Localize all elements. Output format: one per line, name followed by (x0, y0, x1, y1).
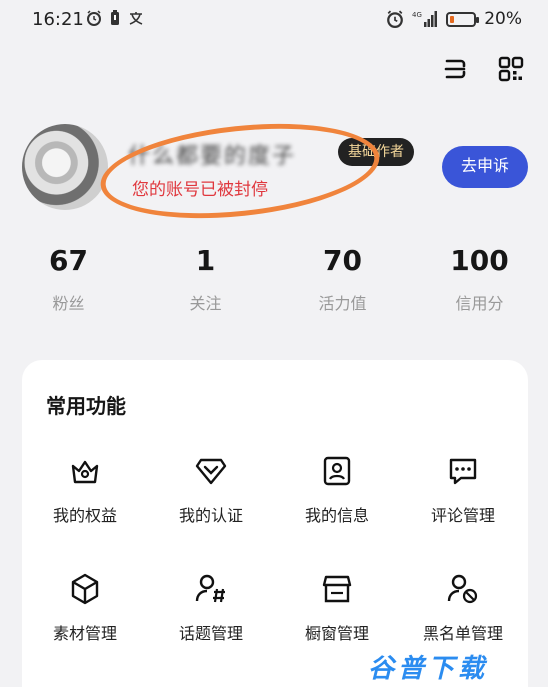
functions-card: 常用功能 我的权益 我的认证 我的信息 评论管理 素材管理 话题管理 橱窗管理 … (22, 360, 528, 687)
stat-label: 关注 (189, 294, 222, 313)
feature-comments[interactable]: 评论管理 (400, 454, 526, 526)
status-right-icons: 4G 20% (386, 9, 522, 29)
battery-fill (450, 15, 455, 23)
translate-icon (129, 12, 143, 25)
stat-value: 100 (450, 244, 509, 277)
qrcode-icon[interactable] (498, 56, 524, 82)
feature-materials[interactable]: 素材管理 (22, 572, 148, 644)
feature-verify[interactable]: 我的认证 (148, 454, 274, 526)
feature-label: 素材管理 (52, 624, 117, 643)
crown-icon (71, 460, 99, 484)
comment-icon (449, 458, 477, 485)
feature-label: 我的认证 (178, 506, 243, 525)
battery-icon (446, 11, 480, 27)
status-left-icons (86, 10, 144, 26)
feature-topics[interactable]: 话题管理 (148, 572, 274, 644)
watermark: 谷普下载 (368, 654, 489, 684)
stat-label: 粉丝 (52, 294, 85, 313)
stat-value: 1 (195, 244, 216, 277)
svg-text:4G: 4G (412, 11, 422, 19)
battery-percent: 20% (484, 9, 522, 29)
signal-icon: 4G (412, 11, 438, 27)
feature-label: 黑名单管理 (422, 624, 503, 643)
avatar[interactable] (22, 124, 108, 210)
feature-label: 评论管理 (430, 506, 495, 525)
stat-value: 67 (49, 244, 88, 277)
topic-icon (195, 574, 225, 603)
scan-icon[interactable] (442, 56, 468, 82)
cube-icon (71, 573, 99, 605)
feature-label: 橱窗管理 (304, 624, 369, 643)
top-actions (442, 56, 524, 82)
stat-credit[interactable]: 100 信用分 (411, 244, 548, 314)
stat-label: 活力值 (318, 294, 367, 313)
verify-icon (195, 458, 227, 485)
id-card-icon (323, 456, 351, 486)
stat-fans[interactable]: 67 粉丝 (0, 244, 137, 314)
blacklist-icon (447, 574, 478, 604)
highlight-circle (96, 111, 384, 231)
stat-value: 70 (323, 244, 362, 277)
battery-saver-icon (111, 10, 119, 25)
feature-blacklist[interactable]: 黑名单管理 (400, 572, 526, 644)
alarm-icon (87, 10, 101, 26)
status-time: 16:21 (32, 9, 84, 30)
card-title: 常用功能 (46, 394, 126, 418)
stat-activity[interactable]: 70 活力值 (274, 244, 411, 314)
feature-rights[interactable]: 我的权益 (22, 454, 148, 526)
feature-label: 话题管理 (178, 624, 243, 643)
appeal-button[interactable]: 去申诉 (442, 146, 528, 188)
feature-label: 我的权益 (52, 506, 117, 525)
stats-row: 67 粉丝 1 关注 70 活力值 100 信用分 (0, 244, 548, 314)
status-bar: 16:21 4G 20% (0, 0, 548, 40)
alarm-icon (387, 10, 404, 28)
feature-storefront[interactable]: 橱窗管理 (274, 572, 400, 644)
feature-info[interactable]: 我的信息 (274, 454, 400, 526)
store-icon (322, 575, 352, 603)
feature-label: 我的信息 (304, 506, 369, 525)
stat-label: 信用分 (455, 294, 504, 313)
stat-following[interactable]: 1 关注 (137, 244, 274, 314)
